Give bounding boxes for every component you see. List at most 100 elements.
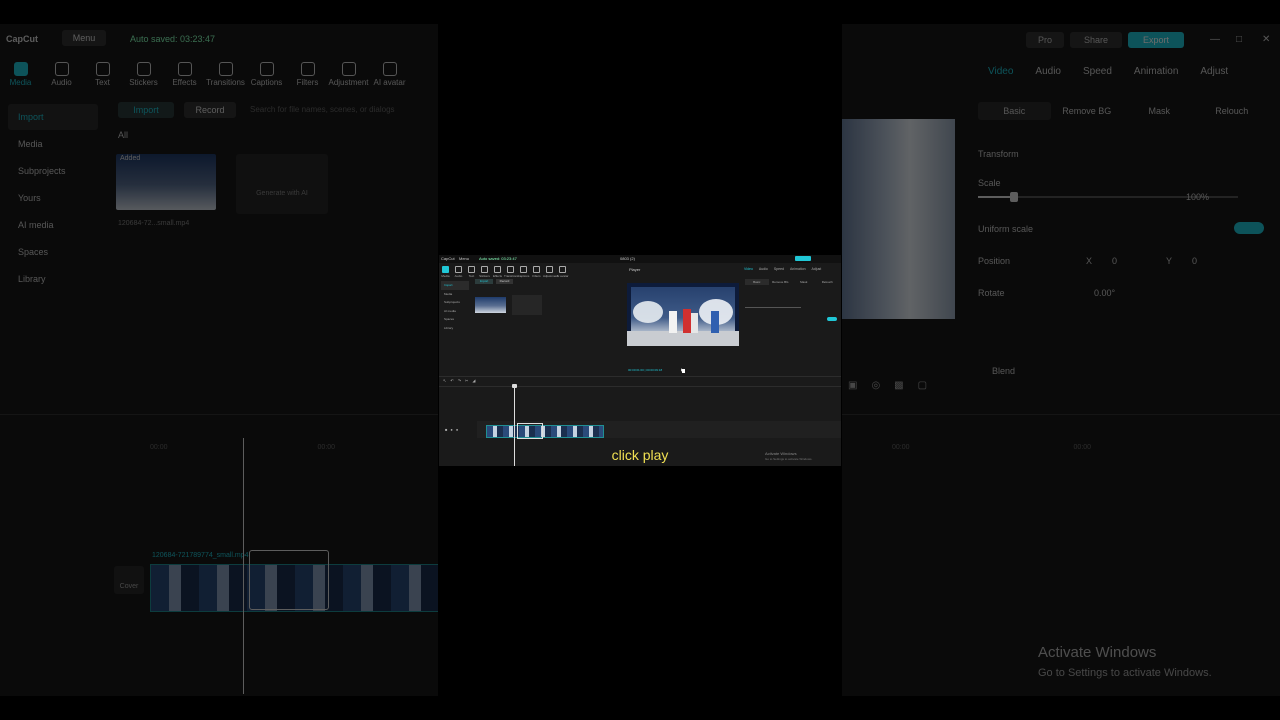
blend-heading[interactable]: Blend (992, 366, 1015, 376)
media-search-input[interactable]: Search for file names, scenes, or dialog… (250, 102, 430, 118)
tool-filters[interactable]: Filters (287, 60, 328, 92)
mini-tool-effects[interactable]: Effects (491, 264, 504, 278)
mini-tab-speed[interactable]: Speed (774, 267, 784, 271)
sidebar-item-yours[interactable]: Yours (8, 185, 98, 211)
text-icon (468, 266, 475, 273)
mini-clip-selection[interactable] (517, 423, 543, 439)
tool-media[interactable]: Media (0, 60, 41, 92)
tab-audio[interactable]: Audio (1035, 66, 1061, 77)
mini-sidebar-subprojects[interactable]: Subprojects (441, 298, 469, 307)
tool-label: Transitions (206, 78, 245, 87)
subtab-retouch[interactable]: Relouch (1196, 102, 1269, 120)
mini-video-clip[interactable] (486, 425, 604, 438)
mini-player-preview (627, 283, 739, 346)
subtab-basic[interactable]: Basic (978, 102, 1051, 120)
clip-selection[interactable] (249, 550, 329, 610)
mini-subtab-mask[interactable]: Mask (792, 279, 816, 285)
tool-ai-avatar[interactable]: AI avatar (369, 60, 410, 92)
mini-sidebar-import[interactable]: Import (441, 281, 469, 290)
position-y-input[interactable]: 0 (1192, 256, 1197, 266)
sidebar-item-import[interactable]: Import (8, 104, 98, 130)
tool-label: Filters (296, 78, 319, 87)
mini-playhead-handle[interactable] (512, 384, 517, 388)
pro-button[interactable]: Pro (1026, 32, 1064, 48)
export-button[interactable]: Export (1128, 32, 1184, 48)
tool-text[interactable]: Text (82, 60, 123, 92)
mini-record-button[interactable]: Record (496, 279, 513, 284)
sidebar-item-spaces[interactable]: Spaces (8, 239, 98, 265)
avatar-icon (559, 266, 566, 273)
media-sidebar: Import Media Subprojects Yours AI media … (8, 104, 98, 293)
menu-button[interactable]: Menu (62, 30, 106, 46)
mini-tab-video[interactable]: Video (744, 267, 753, 271)
tool-label: Audio (51, 78, 72, 87)
sidebar-item-ai-media[interactable]: AI media (8, 212, 98, 238)
mini-sidebar-ai-media[interactable]: AI media (441, 307, 469, 316)
tool-transitions[interactable]: Transitions (205, 60, 246, 92)
generate-with-ai-card[interactable]: Generate with AI (236, 154, 328, 214)
mini-tool-text[interactable]: Text (465, 264, 478, 278)
filter-all[interactable]: All (118, 130, 128, 140)
mini-subtab-basic[interactable]: Basic (745, 279, 769, 285)
uniform-scale-toggle[interactable] (1234, 222, 1264, 234)
subtab-remove-bg[interactable]: Remove BG (1051, 102, 1124, 120)
timeline-toolbar-right (842, 414, 1280, 437)
rotate-input[interactable]: 0.00° (1094, 288, 1115, 298)
added-badge: Added (120, 155, 141, 162)
record-button[interactable]: Record (184, 102, 236, 118)
tab-animation[interactable]: Animation (1134, 66, 1178, 77)
sticker-icon (481, 266, 488, 273)
scale-slider-handle[interactable] (1010, 192, 1018, 202)
mini-sidebar-library[interactable]: Library (441, 324, 469, 333)
sidebar-item-subprojects[interactable]: Subprojects (8, 158, 98, 184)
mini-tool-adjustment[interactable]: Adjustment (543, 264, 558, 278)
transform-heading[interactable]: Transform (978, 149, 1019, 159)
import-button[interactable]: Import (118, 102, 174, 118)
playhead[interactable] (243, 438, 244, 694)
mini-scale-slider[interactable] (745, 307, 801, 308)
mini-generate-card[interactable] (512, 295, 542, 315)
tab-adjust[interactable]: Adjust (1200, 66, 1228, 77)
mini-media-thumbnail[interactable] (475, 297, 506, 313)
mini-sidebar-media[interactable]: Media (441, 290, 469, 299)
minimize-icon[interactable]: — (1210, 34, 1220, 45)
tool-audio[interactable]: Audio (41, 60, 82, 92)
mini-subtab-retouch[interactable]: Relouch (816, 279, 840, 285)
maximize-icon[interactable]: □ (1236, 34, 1242, 45)
tab-video[interactable]: Video (988, 66, 1013, 77)
mini-tool-stickers[interactable]: Stickers (478, 264, 491, 278)
mini-sidebar: Import Media Subprojects AI media Spaces… (441, 281, 469, 332)
position-x-input[interactable]: 0 (1112, 256, 1117, 266)
mini-tool-transitions[interactable]: Transitions (504, 264, 519, 278)
close-icon[interactable]: ✕ (1262, 34, 1270, 45)
mini-export-button[interactable] (795, 256, 811, 261)
tool-captions[interactable]: Captions (246, 60, 287, 92)
mini-menu-button[interactable]: Menu (459, 256, 469, 261)
person-figure (691, 313, 698, 333)
mini-tab-adjust[interactable]: Adjust (812, 267, 822, 271)
tool-adjustment[interactable]: Adjustment (328, 60, 369, 92)
mini-track-controls: ■●● (445, 427, 462, 432)
tab-speed[interactable]: Speed (1083, 66, 1112, 77)
cover-button[interactable]: Cover (114, 566, 144, 594)
scale-value[interactable]: 100% (1186, 192, 1209, 202)
mini-player-label: Player (629, 267, 641, 272)
mini-tool-ai-avatar[interactable]: AI avatar (556, 264, 569, 278)
tool-stickers[interactable]: Stickers (123, 60, 164, 92)
mini-sidebar-spaces[interactable]: Spaces (441, 315, 469, 324)
mini-import-button[interactable]: Import (475, 279, 493, 284)
tool-effects[interactable]: Effects (164, 60, 205, 92)
mini-uniform-scale-toggle[interactable] (827, 317, 837, 321)
sidebar-item-library[interactable]: Library (8, 266, 98, 292)
media-thumbnail[interactable] (116, 154, 216, 210)
mini-tab-audio[interactable]: Audio (759, 267, 768, 271)
mini-tool-captions[interactable]: Captions (517, 264, 530, 278)
subtab-mask[interactable]: Mask (1123, 102, 1196, 120)
mini-subtab-remove-bg[interactable]: Remove BG (769, 279, 793, 285)
mini-tab-animation[interactable]: Animation (790, 267, 806, 271)
mini-tool-filters[interactable]: Filters (530, 264, 543, 278)
share-button[interactable]: Share (1070, 32, 1122, 48)
mini-tool-audio[interactable]: Audio (452, 264, 465, 278)
mini-tool-media[interactable]: Media (439, 264, 452, 278)
sidebar-item-media[interactable]: Media (8, 131, 98, 157)
